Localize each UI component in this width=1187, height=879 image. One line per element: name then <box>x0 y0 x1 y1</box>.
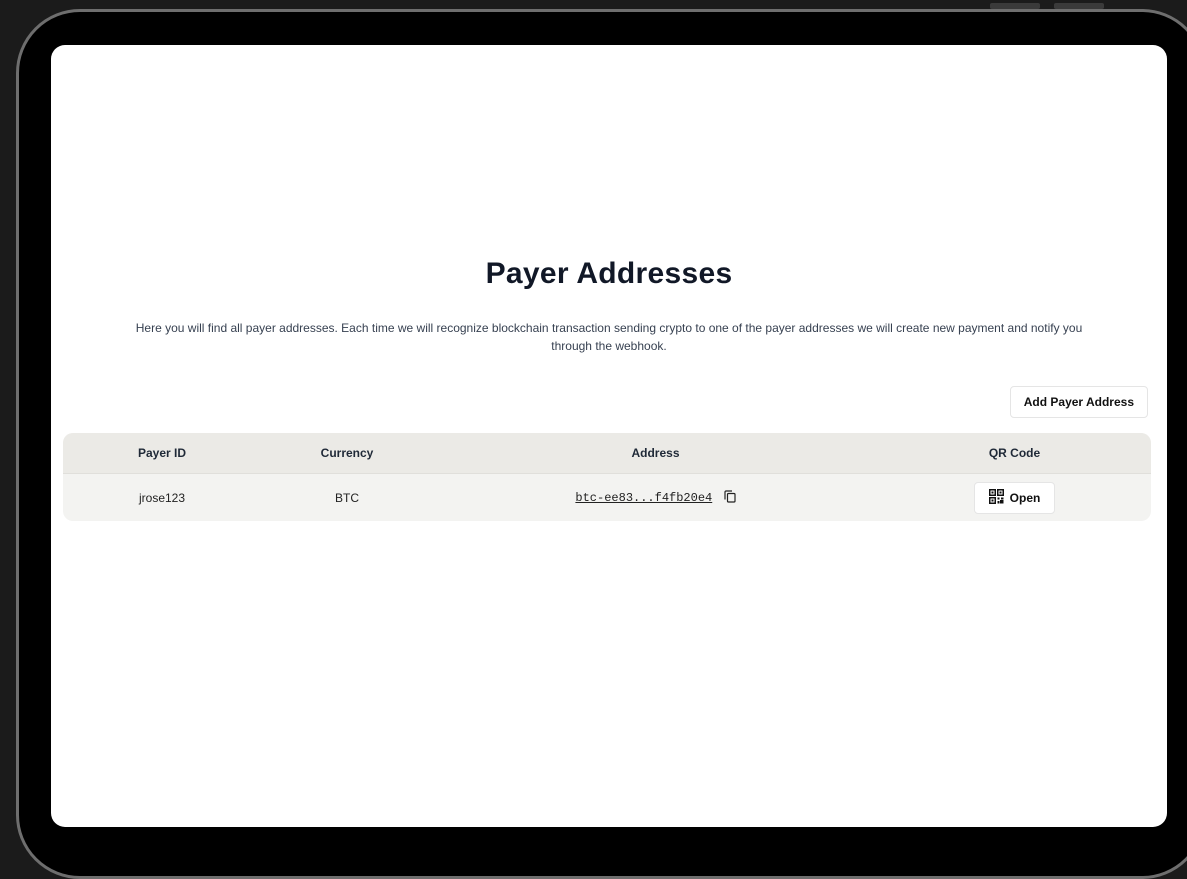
payer-id-cell: jrose123 <box>138 490 186 505</box>
column-header-qr-code: QR Code <box>988 446 1041 460</box>
copy-icon[interactable] <box>723 489 736 506</box>
table-row: jrose123 BTC btc-ee83...f4fb20e4 Open <box>63 474 1151 521</box>
column-header-address: Address <box>631 446 680 460</box>
device-top-button <box>1054 3 1104 9</box>
table-header: Payer ID Currency Address QR Code <box>63 433 1151 474</box>
qr-code-cell: Open <box>878 481 1151 514</box>
add-payer-address-button[interactable]: Add Payer Address <box>1009 386 1148 418</box>
payer-addresses-table: Payer ID Currency Address QR Code jrose1… <box>63 433 1151 521</box>
column-header-currency: Currency <box>320 446 374 460</box>
qr-code-icon <box>988 488 1004 507</box>
page-description: Here you will find all payer addresses. … <box>135 321 1083 353</box>
currency-cell: BTC <box>335 490 359 505</box>
open-qr-code-button[interactable]: Open <box>973 481 1056 514</box>
open-label: Open <box>1009 490 1041 505</box>
address-link[interactable]: btc-ee83...f4fb20e4 <box>575 491 712 505</box>
device-top-button <box>990 3 1040 9</box>
page-title: Payer Addresses <box>485 257 733 290</box>
app-screen: Payer Addresses Here you will find all p… <box>51 45 1167 827</box>
address-cell: btc-ee83...f4fb20e4 <box>433 489 878 506</box>
column-header-payer-id: Payer ID <box>137 446 187 460</box>
